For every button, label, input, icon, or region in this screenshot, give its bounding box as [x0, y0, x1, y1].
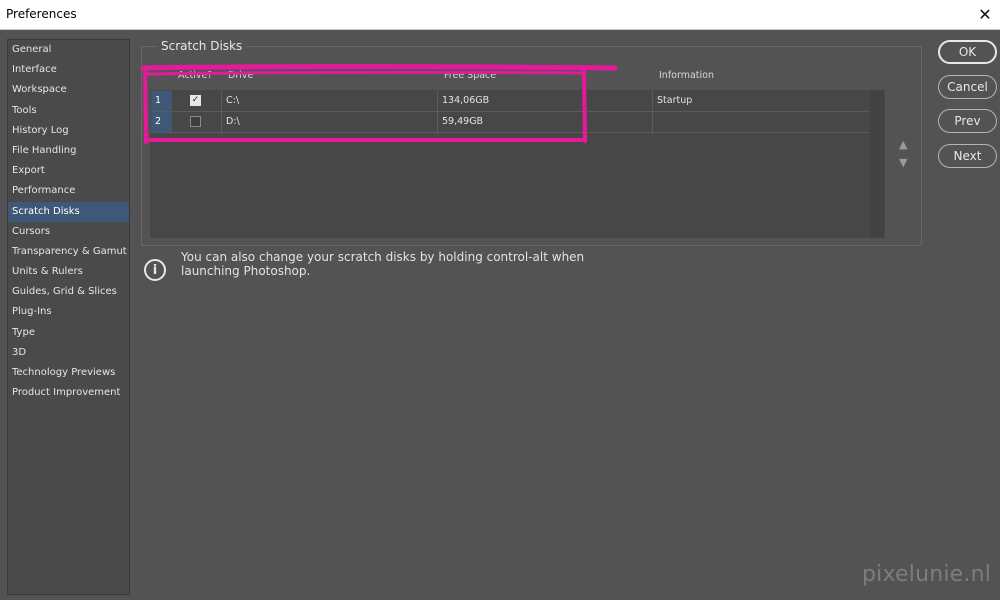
sidebar-item-export[interactable]: Export	[8, 161, 129, 181]
table-row[interactable]: 1 ✓ C:\ 134,06GB Startup	[150, 91, 885, 111]
information-cell: Startup	[657, 95, 693, 106]
sidebar-item-performance[interactable]: Performance	[8, 181, 129, 201]
table-row[interactable]: 2 D:\ 59,49GB	[150, 112, 885, 132]
table-header: Active? Drive Free Space Information	[150, 66, 885, 88]
sidebar-item-general[interactable]: General	[8, 40, 129, 60]
sidebar-item-tools[interactable]: Tools	[8, 101, 129, 121]
window-title: Preferences	[6, 7, 77, 21]
group-title: Scratch Disks	[157, 39, 247, 53]
sidebar-item-3d[interactable]: 3D	[8, 343, 129, 363]
scratch-disks-table: Active? Drive Free Space Information 1 ✓…	[150, 66, 885, 238]
free-space-cell: 59,49GB	[442, 116, 484, 127]
table-body: 1 ✓ C:\ 134,06GB Startup 2 D:\ 59,49GB	[150, 90, 885, 238]
sidebar-item-scratch-disks[interactable]: Scratch Disks	[8, 201, 129, 222]
move-down-icon[interactable]: ▼	[899, 156, 907, 169]
free-space-cell: 134,06GB	[442, 95, 490, 106]
sidebar-item-units-rulers[interactable]: Units & Rulers	[8, 262, 129, 282]
ok-button[interactable]: OK	[938, 40, 997, 64]
column-header-drive[interactable]: Drive	[228, 70, 253, 81]
column-divider	[437, 90, 438, 134]
sidebar-item-guides-grid-slices[interactable]: Guides, Grid & Slices	[8, 282, 129, 302]
sidebar-item-plug-ins[interactable]: Plug-Ins	[8, 302, 129, 322]
close-icon[interactable]: ✕	[970, 0, 1000, 29]
column-header-free-space[interactable]: Free Space	[444, 70, 496, 81]
column-header-information[interactable]: Information	[659, 70, 714, 81]
column-divider	[221, 90, 222, 134]
active-checkbox[interactable]: ✓	[190, 95, 201, 106]
row-number: 2	[151, 112, 172, 132]
info-icon: i	[144, 259, 166, 281]
cancel-button[interactable]: Cancel	[938, 75, 997, 99]
sidebar-item-product-improvement[interactable]: Product Improvement	[8, 383, 129, 403]
table-scrollbar[interactable]	[870, 90, 884, 238]
next-button[interactable]: Next	[938, 144, 997, 168]
sidebar-item-workspace[interactable]: Workspace	[8, 80, 129, 100]
preferences-sidebar: General Interface Workspace Tools Histor…	[7, 39, 130, 595]
sidebar-item-file-handling[interactable]: File Handling	[8, 141, 129, 161]
sidebar-item-transparency-gamut[interactable]: Transparency & Gamut	[8, 242, 129, 262]
drive-cell: C:\	[226, 95, 240, 106]
row-number: 1	[151, 91, 172, 111]
move-up-icon[interactable]: ▲	[899, 138, 907, 151]
column-header-active[interactable]: Active?	[178, 70, 212, 81]
sidebar-item-history-log[interactable]: History Log	[8, 121, 129, 141]
watermark: pixelunie.nl	[862, 562, 992, 587]
active-checkbox[interactable]	[190, 116, 201, 127]
sidebar-item-cursors[interactable]: Cursors	[8, 222, 129, 242]
title-bar: Preferences ✕	[0, 0, 1000, 30]
info-note: You can also change your scratch disks b…	[181, 250, 585, 278]
sidebar-item-type[interactable]: Type	[8, 323, 129, 343]
prev-button[interactable]: Prev	[938, 109, 997, 133]
drive-cell: D:\	[226, 116, 240, 127]
sidebar-item-technology-previews[interactable]: Technology Previews	[8, 363, 129, 383]
row-divider	[150, 132, 870, 133]
column-divider	[652, 90, 653, 134]
sidebar-item-interface[interactable]: Interface	[8, 60, 129, 80]
